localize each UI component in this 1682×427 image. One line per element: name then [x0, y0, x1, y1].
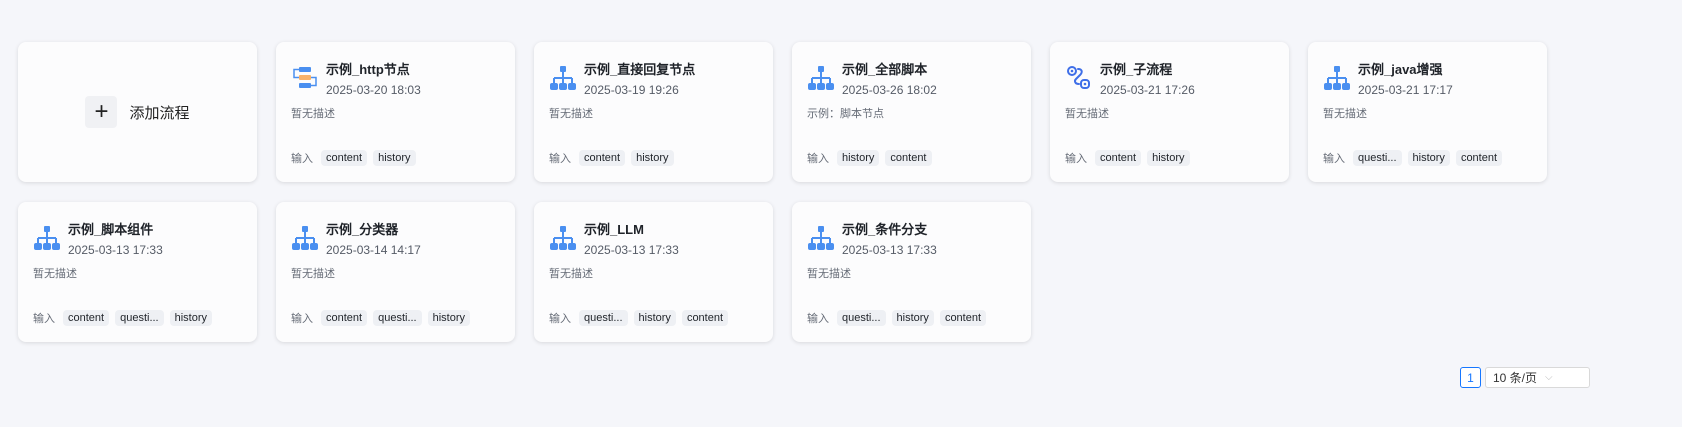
flow-description: 暂无描述 [807, 268, 851, 280]
input-tag: questi... [115, 310, 164, 326]
flow-inputs: 输入 content history [549, 150, 674, 166]
flow-inputs: 输入 history content [807, 150, 932, 166]
flow-description: 示例：脚本节点 [807, 108, 884, 120]
page-size-value: 10 条/页 [1493, 371, 1538, 385]
flow-date: 2025-03-14 14:17 [326, 243, 421, 257]
add-flow-label: 添加流程 [129, 104, 190, 122]
org-tree-icon [549, 224, 577, 252]
input-tag: questi... [579, 310, 628, 326]
input-tag: history [891, 310, 934, 326]
input-tag: history [633, 310, 676, 326]
org-tree-icon [1323, 64, 1351, 92]
input-tag: content [1095, 150, 1142, 166]
flow-card[interactable]: 示例_直接回复节点 2025-03-19 19:26 暂无描述 输入 conten… [534, 42, 773, 182]
input-tag: content [885, 150, 932, 166]
subflow-icon [1065, 64, 1093, 92]
flow-title: 示例_条件分支 [842, 222, 928, 237]
inputs-label: 输入 [1323, 153, 1345, 165]
flow-inputs: 输入 content history [1065, 150, 1190, 166]
org-tree-icon [807, 64, 835, 92]
flow-grid: + 添加流程 示例_http节点 2025-03-20 18:03 暂无描述 输… [18, 42, 1547, 342]
flow-title: 示例_子流程 [1100, 62, 1173, 77]
http-node-icon [291, 64, 319, 92]
flow-description: 暂无描述 [291, 108, 335, 120]
flow-date: 2025-03-13 17:33 [842, 243, 937, 257]
flow-inputs: 输入 questi... history content [1323, 150, 1503, 166]
org-tree-icon [33, 224, 61, 252]
flow-title: 示例_全部脚本 [842, 62, 928, 77]
page-size-select[interactable]: 10 条/页 ⌵ [1485, 367, 1590, 388]
input-tag: history [1407, 150, 1450, 166]
flow-card[interactable]: 示例_http节点 2025-03-20 18:03 暂无描述 输入 conten… [276, 42, 515, 182]
flow-date: 2025-03-21 17:17 [1358, 83, 1453, 97]
flow-title: 示例_分类器 [326, 222, 399, 237]
flow-title: 示例_java增强 [1358, 62, 1443, 77]
flow-card[interactable]: 示例_LLM 2025-03-13 17:33 暂无描述 输入 questi...… [534, 202, 773, 342]
inputs-label: 输入 [33, 313, 55, 325]
org-tree-icon [807, 224, 835, 252]
flow-date: 2025-03-19 19:26 [584, 83, 679, 97]
inputs-label: 输入 [291, 153, 313, 165]
flow-card[interactable]: 示例_分类器 2025-03-14 14:17 暂无描述 输入 content qu… [276, 202, 515, 342]
flow-date: 2025-03-26 18:02 [842, 83, 937, 97]
input-tag: history [373, 150, 416, 166]
flow-description: 暂无描述 [33, 268, 77, 280]
flow-title: 示例_http节点 [326, 62, 410, 77]
org-tree-icon [291, 224, 319, 252]
flow-inputs: 输入 questi... history content [807, 310, 987, 326]
flow-title: 示例_LLM [584, 222, 644, 237]
input-tag: content [1455, 150, 1503, 166]
flow-title: 示例_脚本组件 [68, 222, 154, 237]
input-tag: content [681, 310, 729, 326]
flow-description: 暂无描述 [291, 268, 335, 280]
input-tag: content [321, 310, 368, 326]
input-tag: history [427, 310, 471, 326]
flow-card[interactable]: 示例_子流程 2025-03-21 17:26 暂无描述 输入 content hi… [1050, 42, 1289, 182]
flow-card[interactable]: 示例_条件分支 2025-03-13 17:33 暂无描述 输入 questi..… [792, 202, 1031, 342]
flow-description: 暂无描述 [1065, 108, 1109, 120]
flow-title: 示例_直接回复节点 [584, 62, 696, 77]
flow-inputs: 输入 content questi... history [291, 310, 471, 326]
flow-date: 2025-03-13 17:33 [584, 243, 679, 257]
flow-card[interactable]: 示例_脚本组件 2025-03-13 17:33 暂无描述 输入 content q… [18, 202, 257, 342]
chevron-down-icon: ⌵ [1545, 372, 1553, 383]
flow-card[interactable]: 示例_全部脚本 2025-03-26 18:02 示例：脚本节点 输入 histo… [792, 42, 1031, 182]
flow-description: 暂无描述 [549, 108, 593, 120]
org-tree-icon [549, 64, 577, 92]
flow-inputs: 输入 content history [291, 150, 416, 166]
flow-card[interactable]: 示例_java增强 2025-03-21 17:17 暂无描述 输入 questi… [1308, 42, 1547, 182]
input-tag: questi... [1353, 150, 1402, 166]
input-tag: content [939, 310, 987, 326]
pagination: 1 10 条/页 ⌵ [1460, 367, 1590, 388]
flow-description: 暂无描述 [1323, 108, 1367, 120]
input-tag: history [837, 150, 880, 166]
flow-description: 暂无描述 [549, 268, 593, 280]
input-tag: questi... [373, 310, 422, 326]
input-tag: questi... [837, 310, 886, 326]
input-tag: content [579, 150, 626, 166]
flow-inputs: 输入 content questi... history [33, 310, 213, 326]
add-flow-button[interactable]: + 添加流程 [18, 42, 257, 182]
inputs-label: 输入 [807, 153, 829, 165]
plus-icon: + [85, 96, 118, 128]
inputs-label: 输入 [549, 153, 571, 165]
flow-inputs: 输入 questi... history content [549, 310, 729, 326]
inputs-label: 输入 [549, 313, 571, 325]
inputs-label: 输入 [291, 313, 313, 325]
page-1-button[interactable]: 1 [1460, 367, 1481, 388]
flow-date: 2025-03-21 17:26 [1100, 83, 1195, 97]
inputs-label: 输入 [1065, 153, 1087, 165]
input-tag: content [321, 150, 368, 166]
flow-date: 2025-03-13 17:33 [68, 243, 163, 257]
input-tag: content [63, 310, 110, 326]
inputs-label: 输入 [807, 313, 829, 325]
input-tag: history [631, 150, 674, 166]
input-tag: history [169, 310, 213, 326]
input-tag: history [1147, 150, 1190, 166]
flow-date: 2025-03-20 18:03 [326, 83, 421, 97]
